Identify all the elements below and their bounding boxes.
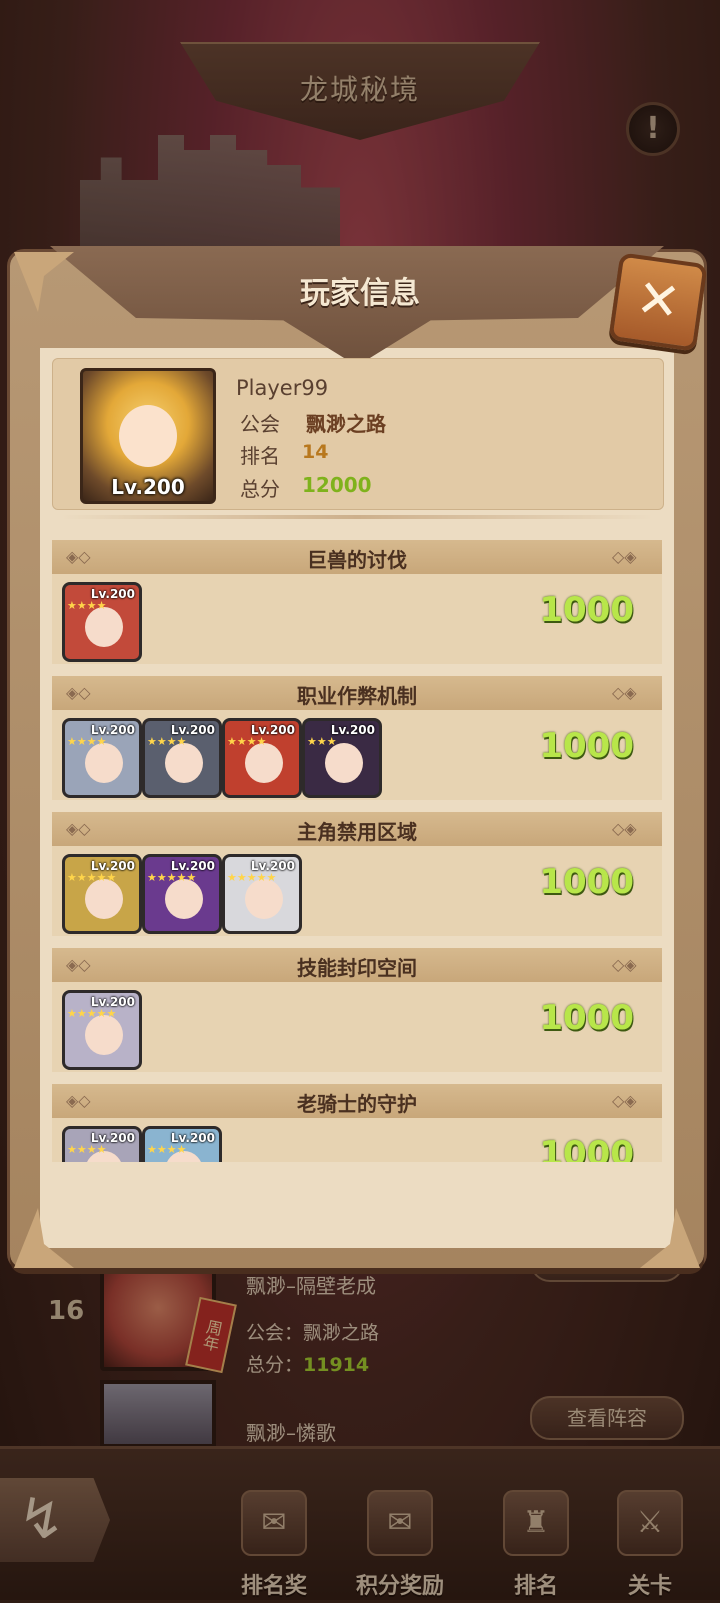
hero-level: Lv.200 (170, 1131, 215, 1145)
stage-section: ◈◇ ◇◈ 职业作弊机制 ★★★★ Lv.200 ★★★★ Lv.200 ★★★… (52, 676, 662, 800)
hero-face (85, 1015, 123, 1055)
star-icon: ★★★★ (227, 735, 267, 748)
hero-portrait[interactable]: ★★★ Lv.200 (302, 718, 382, 798)
divider (60, 515, 654, 519)
hero-portrait[interactable]: ★★★★ Lv.200 (62, 582, 142, 662)
rank-value: 14 (302, 441, 329, 463)
star-icon: ★★★★★ (67, 871, 117, 884)
hero-level: Lv.200 (90, 723, 135, 737)
stage-header: ◈◇ ◇◈ 主角禁用区域 (52, 812, 662, 846)
hero-portrait[interactable]: ★★★★★ Lv.200 (222, 854, 302, 934)
hero-level: Lv.200 (90, 1131, 135, 1145)
star-icon: ★★★ (307, 735, 337, 748)
hero-portrait[interactable]: ★★★★★ Lv.200 (62, 990, 142, 1070)
star-icon: ★★★★ (147, 1143, 187, 1156)
stage-score: 1000 (539, 862, 634, 902)
hero-level: Lv.200 (170, 723, 215, 737)
player-avatar: Lv.200 (80, 368, 216, 504)
hero-portrait[interactable]: ★★★★ Lv.200 (222, 718, 302, 798)
hero-level: Lv.200 (250, 859, 295, 873)
star-icon: ★★★★ (147, 735, 187, 748)
stage-header: ◈◇ ◇◈ 巨兽的讨伐 (52, 540, 662, 574)
stage-header: ◈◇ ◇◈ 职业作弊机制 (52, 676, 662, 710)
stage-score: 1000 (539, 590, 634, 630)
stage-section: ◈◇ ◇◈ 巨兽的讨伐 ★★★★ Lv.200 1000 (52, 540, 662, 664)
stage-header: ◈◇ ◇◈ 技能封印空间 (52, 948, 662, 982)
star-icon: ★★★★ (67, 735, 107, 748)
star-icon: ★★★★★ (227, 871, 277, 884)
hero-face (165, 879, 203, 919)
hero-portrait[interactable]: ★★★★★ Lv.200 (62, 854, 142, 934)
close-button[interactable]: ✕ (608, 252, 708, 352)
stage-score: 1000 (539, 1134, 634, 1162)
hero-face (325, 743, 363, 783)
stage-score: 1000 (539, 998, 634, 1038)
hero-level: Lv.200 (250, 723, 295, 737)
score-label: 总分 (240, 477, 280, 501)
hero-face (245, 743, 283, 783)
hero-portrait[interactable]: ★★★★ Lv.200 (142, 1126, 222, 1162)
score-value: 12000 (302, 473, 372, 497)
hero-portrait[interactable]: ★★★★ Lv.200 (62, 1126, 142, 1162)
hero-level: Lv.200 (330, 723, 375, 737)
hero-face (245, 879, 283, 919)
rank-label: 排名 (240, 444, 280, 468)
stage-title: 老骑士的守护 (297, 1092, 417, 1116)
hero-portrait[interactable]: ★★★★★ Lv.200 (142, 854, 222, 934)
stage-section: ◈◇ ◇◈ 技能封印空间 ★★★★★ Lv.200 1000 (52, 948, 662, 1072)
star-icon: ★★★★ (67, 599, 107, 612)
stage-section: ◈◇ ◇◈ 主角禁用区域 ★★★★★ Lv.200 ★★★★★ Lv.200 ★… (52, 812, 662, 936)
hero-face (165, 743, 203, 783)
stage-score: 1000 (539, 726, 634, 766)
stage-title: 主角禁用区域 (297, 820, 417, 844)
hero-face (85, 607, 123, 647)
hero-level: Lv.200 (170, 859, 215, 873)
stage-header: ◈◇ ◇◈ 老骑士的守护 (52, 1084, 662, 1118)
hero-level: Lv.200 (90, 859, 135, 873)
stage-title: 巨兽的讨伐 (307, 548, 407, 572)
guild-label: 公会 (240, 412, 280, 436)
player-name: Player99 (236, 376, 329, 400)
stage-title: 职业作弊机制 (297, 684, 417, 708)
hero-level: Lv.200 (90, 587, 135, 601)
hero-portrait (119, 405, 177, 467)
guild-value: 飘渺之路 (306, 412, 386, 436)
hero-level: Lv.200 (90, 995, 135, 1009)
star-icon: ★★★★ (67, 1143, 107, 1156)
hero-face (85, 879, 123, 919)
player-level: Lv.200 (111, 475, 185, 499)
stage-section: ◈◇ ◇◈ 老骑士的守护 ★★★★ Lv.200 ★★★★ Lv.200 100… (52, 1084, 662, 1162)
hero-portrait[interactable]: ★★★★ Lv.200 (62, 718, 142, 798)
stage-list[interactable]: ◈◇ ◇◈ 巨兽的讨伐 ★★★★ Lv.200 1000 ◈◇ ◇◈ 职业作弊机… (52, 534, 662, 1162)
stage-title: 技能封印空间 (297, 956, 417, 980)
star-icon: ★★★★★ (67, 1007, 117, 1020)
star-icon: ★★★★★ (147, 871, 197, 884)
hero-face (85, 743, 123, 783)
hero-portrait[interactable]: ★★★★ Lv.200 (142, 718, 222, 798)
